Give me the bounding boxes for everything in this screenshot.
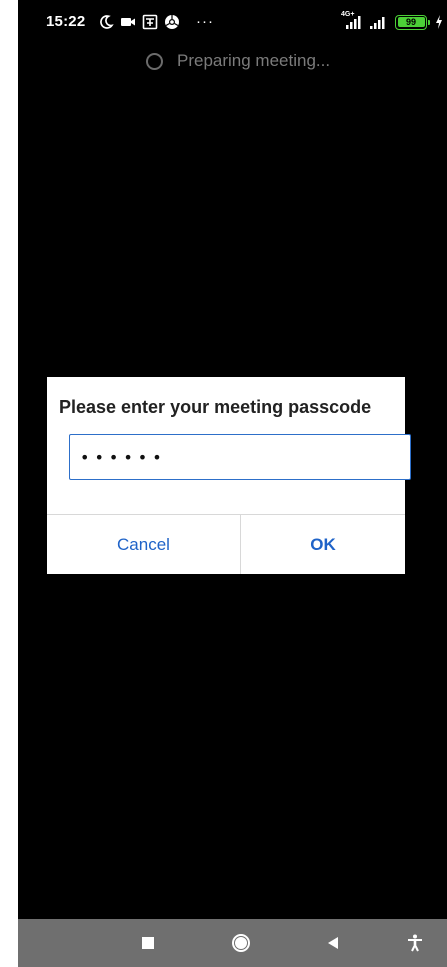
moon-icon bbox=[98, 14, 114, 30]
cancel-button[interactable]: Cancel bbox=[47, 515, 240, 574]
accessibility-icon bbox=[408, 934, 422, 952]
chrome-icon bbox=[164, 14, 180, 30]
app-screen: 15:22 ··· 4G+ 99 Preparing meeting... Pl… bbox=[18, 0, 447, 967]
preparing-text: Preparing meeting... bbox=[177, 51, 331, 70]
video-camera-icon bbox=[120, 14, 136, 30]
preparing-indicator: Preparing meeting... bbox=[146, 51, 330, 71]
signal-icon bbox=[369, 14, 389, 30]
system-nav-bar bbox=[18, 919, 447, 967]
ok-button[interactable]: OK bbox=[241, 515, 405, 574]
passcode-dialog: Please enter your meeting passcode Cance… bbox=[47, 377, 411, 574]
passcode-input[interactable] bbox=[69, 434, 411, 480]
status-left-icons: ··· bbox=[98, 12, 214, 32]
recents-icon bbox=[142, 937, 154, 949]
recents-button[interactable] bbox=[128, 919, 168, 967]
phone-screenshot: 15:22 ··· 4G+ 99 Preparing meeting... Pl… bbox=[0, 0, 447, 967]
status-time: 15:22 bbox=[46, 13, 86, 30]
loading-spinner-icon bbox=[146, 52, 163, 70]
home-icon bbox=[232, 934, 250, 952]
home-button[interactable] bbox=[221, 919, 261, 967]
signal-4g-icon: 4G+ bbox=[341, 11, 363, 30]
back-icon bbox=[328, 937, 338, 949]
back-button[interactable] bbox=[313, 919, 353, 967]
battery-icon: 99 bbox=[395, 14, 430, 30]
charging-icon bbox=[435, 14, 443, 30]
accessibility-button[interactable] bbox=[395, 919, 435, 967]
status-right-icons: 4G+ 99 bbox=[341, 11, 443, 32]
app-icon bbox=[142, 14, 158, 30]
status-bar: 15:22 ··· 4G+ 99 bbox=[18, 0, 447, 44]
dialog-title: Please enter your meeting passcode bbox=[59, 397, 372, 417]
battery-level: 99 bbox=[405, 17, 416, 27]
left-margin bbox=[0, 0, 18, 967]
more-notifications-icon: ··· bbox=[196, 13, 214, 30]
